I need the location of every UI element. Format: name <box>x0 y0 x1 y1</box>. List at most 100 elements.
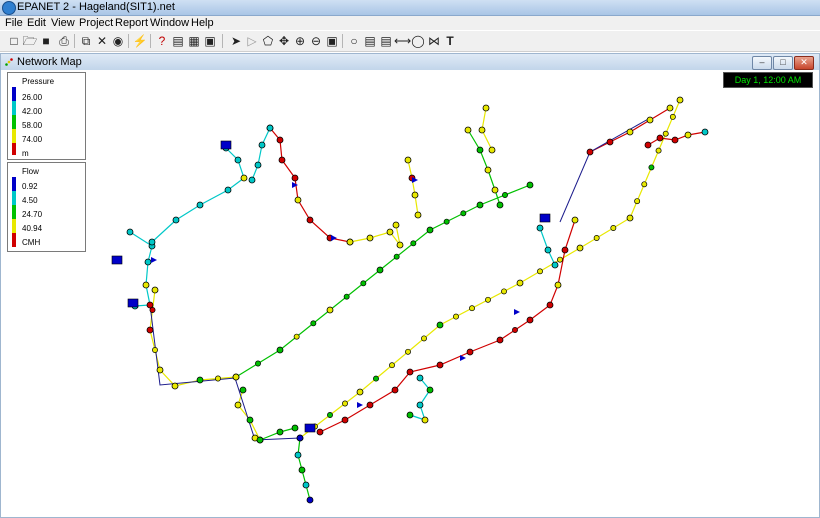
menu-report[interactable]: Report <box>115 17 148 29</box>
main-pipe-link[interactable] <box>559 117 651 223</box>
junction-node[interactable] <box>291 424 299 432</box>
junction-node[interactable] <box>148 238 156 246</box>
junction-node[interactable] <box>496 201 504 209</box>
junction-node[interactable] <box>316 428 324 436</box>
junction-node[interactable] <box>126 228 134 236</box>
flow-arrow[interactable] <box>460 355 466 361</box>
junction-node[interactable] <box>156 366 164 374</box>
junction-node[interactable] <box>254 161 262 169</box>
valve-icon[interactable]: ⋈ <box>426 33 442 49</box>
junction-node[interactable] <box>526 181 534 189</box>
network-map-canvas[interactable] <box>1 70 819 517</box>
junction-node[interactable] <box>171 382 179 390</box>
pipe-link[interactable] <box>251 127 271 181</box>
junction-node[interactable] <box>411 191 419 199</box>
graph-icon[interactable]: ▤ <box>170 33 186 49</box>
junction-node[interactable] <box>416 374 424 382</box>
junction-node[interactable] <box>662 130 669 137</box>
junction-node[interactable] <box>469 305 475 312</box>
junction-node[interactable] <box>386 228 394 236</box>
junction-node[interactable] <box>671 136 679 144</box>
junction-node[interactable] <box>466 348 474 356</box>
junction-node[interactable] <box>234 156 242 164</box>
junction-node[interactable] <box>360 280 367 287</box>
junction-node[interactable] <box>293 333 300 340</box>
menu-window[interactable]: Window <box>150 17 189 29</box>
junction-node[interactable] <box>224 186 232 194</box>
junction-node[interactable] <box>239 386 247 394</box>
junction-node[interactable] <box>196 201 204 209</box>
pump-icon[interactable]: ◯ <box>410 33 426 49</box>
junction-node[interactable] <box>392 221 400 229</box>
junction-node[interactable] <box>306 496 314 504</box>
save-icon[interactable]: ■ <box>38 33 54 49</box>
junction-node[interactable] <box>648 164 655 171</box>
junction-node[interactable] <box>537 268 543 275</box>
junction-node[interactable] <box>546 301 554 309</box>
maximize-button[interactable]: □ <box>773 56 793 70</box>
junction-node[interactable] <box>460 210 467 217</box>
junction-node[interactable] <box>557 256 563 263</box>
junction-node[interactable] <box>544 246 552 254</box>
query-icon[interactable]: ? <box>154 33 170 49</box>
junction-node[interactable] <box>391 386 399 394</box>
junction-node[interactable] <box>478 126 486 134</box>
reservoir-node[interactable] <box>111 255 123 265</box>
junction-node[interactable] <box>326 306 334 314</box>
junction-node[interactable] <box>232 373 240 381</box>
junction-node[interactable] <box>396 241 404 249</box>
menu-view[interactable]: View <box>51 17 75 29</box>
junction-node[interactable] <box>389 362 395 369</box>
junction-node[interactable] <box>476 201 484 209</box>
junction-node[interactable] <box>346 238 354 246</box>
tank-node[interactable] <box>220 140 232 150</box>
select-vertex-icon[interactable]: ▷ <box>244 33 260 49</box>
junction-node[interactable] <box>488 146 496 154</box>
junction-node[interactable] <box>606 138 614 146</box>
junction-node[interactable] <box>258 141 266 149</box>
delete-icon[interactable]: ✕ <box>94 33 110 49</box>
flow-arrow[interactable] <box>151 257 157 263</box>
reservoir-node[interactable] <box>127 298 139 308</box>
junction-node[interactable] <box>234 401 242 409</box>
junction-node[interactable] <box>149 307 156 313</box>
junction-node[interactable] <box>655 147 662 154</box>
minimize-button[interactable]: – <box>752 56 772 70</box>
pipe-link[interactable] <box>269 127 351 243</box>
junction-node[interactable] <box>306 216 314 224</box>
pipe-link[interactable] <box>151 147 245 243</box>
junction-node[interactable] <box>405 348 411 355</box>
table-icon[interactable]: ▦ <box>186 33 202 49</box>
junction-node[interactable] <box>291 174 299 182</box>
junction-node[interactable] <box>172 216 180 224</box>
flow-arrow[interactable] <box>292 182 298 188</box>
junction-node[interactable] <box>151 286 159 294</box>
pipe-icon[interactable]: ⟷ <box>394 33 411 49</box>
tank-icon[interactable]: ▤ <box>378 33 394 49</box>
junction-node[interactable] <box>610 225 617 231</box>
junction-node[interactable] <box>294 196 302 204</box>
junction-node[interactable] <box>646 116 654 124</box>
new-file-icon[interactable]: □ <box>6 33 22 49</box>
pipe-link[interactable] <box>407 159 419 216</box>
junction-node[interactable] <box>443 218 450 225</box>
junction-node[interactable] <box>426 226 434 234</box>
junction-node[interactable] <box>586 148 594 156</box>
junction-node[interactable] <box>215 375 221 382</box>
junction-node[interactable] <box>341 416 349 424</box>
flow-arrow[interactable] <box>331 235 337 241</box>
junction-node[interactable] <box>406 411 414 419</box>
menu-edit[interactable]: Edit <box>27 17 46 29</box>
junction-node[interactable] <box>641 181 648 188</box>
junction-icon[interactable]: ○ <box>346 33 362 49</box>
junction-node[interactable] <box>666 104 674 112</box>
junction-node[interactable] <box>404 156 412 164</box>
junction-node[interactable] <box>576 244 584 252</box>
label-icon[interactable]: T <box>442 33 458 49</box>
junction-node[interactable] <box>196 376 204 384</box>
junction-node[interactable] <box>496 336 504 344</box>
junction-node[interactable] <box>426 386 434 394</box>
tank-node[interactable] <box>304 423 316 433</box>
junction-node[interactable] <box>294 451 302 459</box>
junction-node[interactable] <box>414 211 422 219</box>
